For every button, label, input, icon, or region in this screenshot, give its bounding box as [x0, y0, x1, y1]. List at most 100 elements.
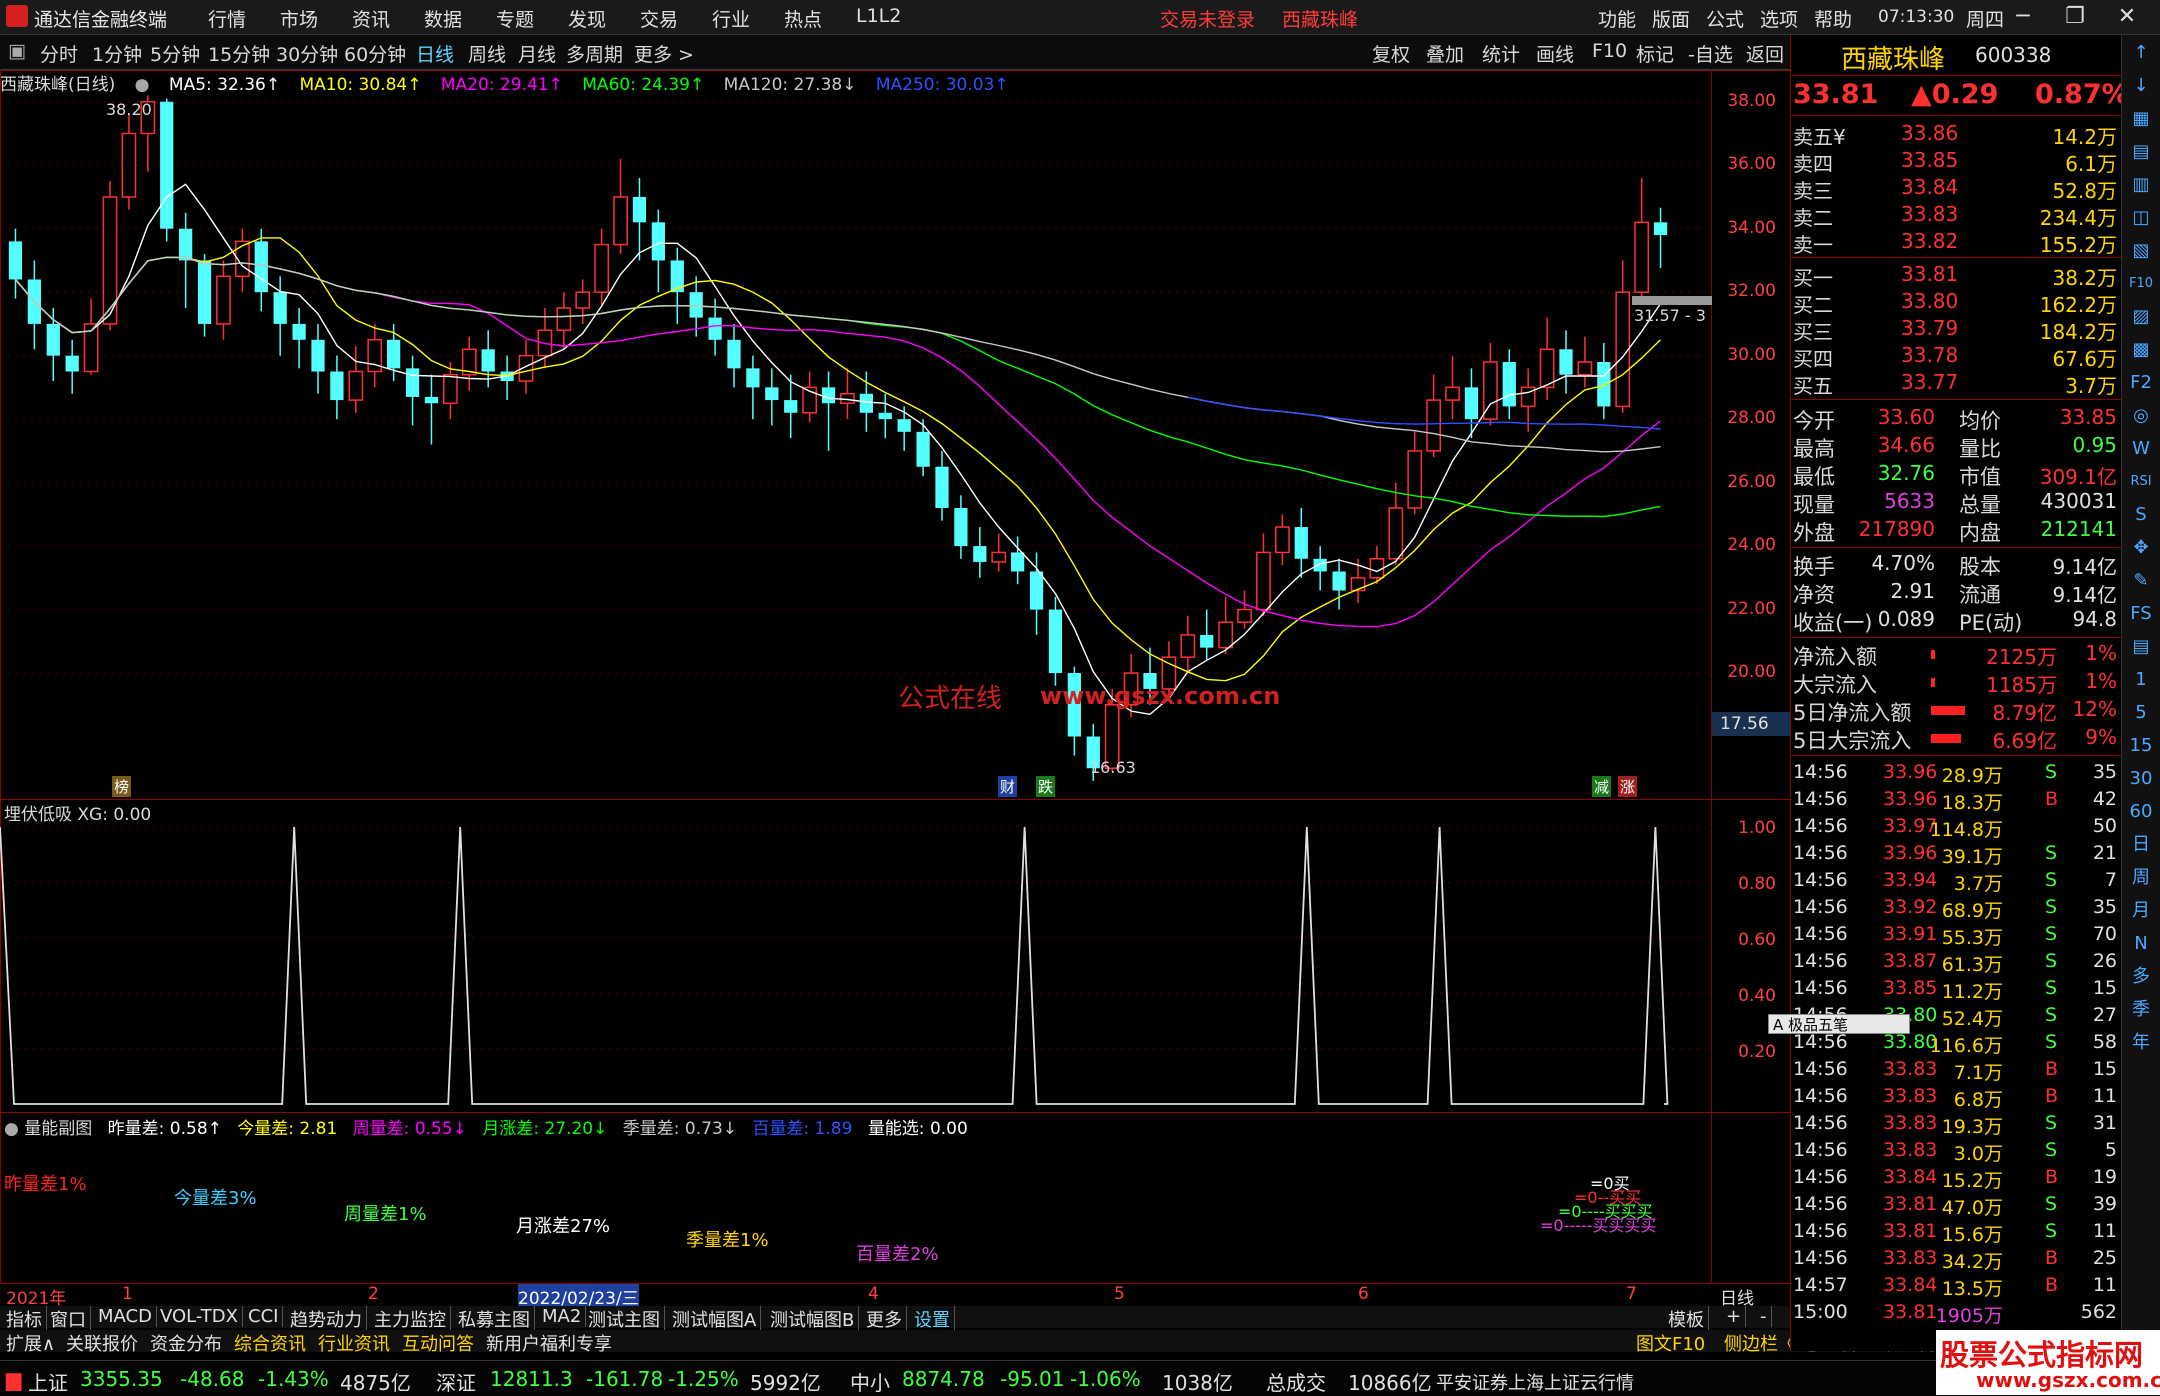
candle-body[interactable]	[859, 393, 873, 413]
candle-body[interactable]	[1577, 361, 1593, 376]
candle-body[interactable]	[216, 275, 231, 325]
restore-icon[interactable]: ❐	[2058, 3, 2092, 31]
tab-vol[interactable]: VOL-TDX	[156, 1306, 243, 1327]
tab-hudong[interactable]: 互动问答	[398, 1330, 478, 1356]
candle-body[interactable]	[575, 291, 591, 309]
close-icon[interactable]: ✕	[2110, 3, 2144, 31]
menu-l1l2[interactable]: L1L2	[856, 5, 901, 27]
candle-body[interactable]	[160, 101, 174, 229]
side-icon-7[interactable]: F10	[2126, 270, 2156, 298]
candle-body[interactable]	[1256, 551, 1271, 611]
index-sh-name[interactable]: 上证	[28, 1367, 68, 1396]
candlestick-chart[interactable]	[0, 70, 1712, 800]
candle-body[interactable]	[613, 196, 628, 246]
side-icon-15[interactable]: ✥	[2126, 534, 2156, 562]
side-icon-21[interactable]: 15	[2126, 732, 2156, 760]
candle-body[interactable]	[254, 241, 268, 293]
candle-body[interactable]	[1388, 507, 1404, 560]
tab-ceshi-zhu[interactable]: 测试主图	[584, 1306, 665, 1332]
candle-body[interactable]	[1539, 348, 1555, 389]
candle-body[interactable]	[1332, 571, 1346, 591]
tool-diejia[interactable]: 叠加	[1426, 40, 1464, 67]
index-zx-name[interactable]: 中小	[850, 1367, 890, 1396]
candle-body[interactable]	[1615, 291, 1631, 408]
candle-body[interactable]	[1200, 634, 1214, 648]
tab-xinyonghu[interactable]: 新用户福利专享	[482, 1330, 616, 1356]
side-icon-0[interactable]: ↑	[2126, 39, 2156, 67]
tool-huaxian[interactable]: 画线	[1536, 40, 1574, 67]
period-1min[interactable]: 1分钟	[92, 40, 142, 67]
candle-body[interactable]	[935, 466, 949, 508]
side-icon-1[interactable]: ↓	[2126, 72, 2156, 100]
menu-hangye[interactable]: 行业	[712, 5, 750, 32]
period-multi[interactable]: 多周期	[566, 40, 623, 67]
candle-body[interactable]	[1180, 634, 1196, 658]
tool-zixuan[interactable]: -自选	[1688, 40, 1733, 67]
period-60min[interactable]: 60分钟	[344, 40, 406, 67]
menu-bangzhu[interactable]: 帮助	[1814, 5, 1852, 32]
tab-zijin[interactable]: 资金分布	[146, 1330, 226, 1356]
candle-body[interactable]	[1464, 387, 1479, 420]
side-icon-12[interactable]: W	[2126, 435, 2156, 463]
tab-minus[interactable]: -	[1756, 1306, 1772, 1327]
side-icon-10[interactable]: F2	[2126, 369, 2156, 397]
tab-moban[interactable]: 模板	[1664, 1306, 1709, 1332]
tool-fanhui[interactable]: 返回	[1746, 40, 1784, 67]
candle-body[interactable]	[1048, 609, 1063, 674]
candle-body[interactable]	[387, 339, 401, 369]
side-icon-13[interactable]: RSI	[2126, 468, 2156, 496]
menu-shuju[interactable]: 数据	[424, 5, 462, 32]
tab-zonghe[interactable]: 综合资讯	[230, 1330, 310, 1356]
tool-tongji[interactable]: 统计	[1482, 40, 1520, 67]
side-icon-2[interactable]: ▦	[2126, 105, 2156, 133]
candle-body[interactable]	[65, 355, 79, 372]
tab-plus[interactable]: +	[1722, 1306, 1747, 1327]
candle-body[interactable]	[632, 196, 647, 223]
candle-body[interactable]	[821, 387, 836, 404]
menu-jiaoyi[interactable]: 交易	[640, 5, 678, 32]
side-icon-27[interactable]: N	[2126, 930, 2156, 958]
tab-zhibiao[interactable]: 指标	[2, 1306, 47, 1332]
menu-gongshi[interactable]: 公式	[1706, 5, 1744, 32]
candle-body[interactable]	[897, 419, 911, 432]
period-30min[interactable]: 30分钟	[276, 40, 338, 67]
tab-guanlian[interactable]: 关联报价	[62, 1330, 142, 1356]
candle-body[interactable]	[292, 323, 306, 340]
side-icon-20[interactable]: 5	[2126, 699, 2156, 727]
side-icon-30[interactable]: 年	[2126, 1029, 2156, 1057]
badge-die[interactable]: 跌	[1036, 776, 1056, 797]
candle-body[interactable]	[1559, 349, 1573, 375]
period-15min[interactable]: 15分钟	[208, 40, 270, 67]
candle-body[interactable]	[1313, 558, 1327, 572]
side-icon-19[interactable]: 1	[2126, 666, 2156, 694]
candle-body[interactable]	[727, 339, 741, 369]
period-monthly[interactable]: 月线	[518, 40, 556, 67]
tab-ma2[interactable]: MA2	[538, 1306, 587, 1327]
candle-body[interactable]	[746, 368, 760, 388]
candle-body[interactable]	[689, 292, 703, 318]
tool-fuquan[interactable]: 复权	[1372, 40, 1410, 67]
side-icon-11[interactable]: ◎	[2126, 402, 2156, 430]
menu-hangqing[interactable]: 行情	[208, 5, 246, 32]
period-5min[interactable]: 5分钟	[150, 40, 200, 67]
tab-shezhi[interactable]: 设置	[910, 1306, 955, 1332]
tab-hangye[interactable]: 行业资讯	[314, 1330, 394, 1356]
tab-chuangkou[interactable]: 窗口	[46, 1306, 91, 1332]
candle-body[interactable]	[442, 373, 458, 405]
side-icon-5[interactable]: ◫	[2126, 204, 2156, 232]
badge-jian[interactable]: 减	[1592, 776, 1612, 797]
candle-body[interactable]	[1445, 386, 1460, 401]
candle-body[interactable]	[121, 132, 137, 198]
side-icon-6[interactable]: ▧	[2126, 237, 2156, 265]
candle-body[interactable]	[1634, 221, 1650, 293]
tab-cebianlan[interactable]: 侧边栏《	[1720, 1330, 1800, 1356]
candle-body[interactable]	[1274, 526, 1290, 554]
candle-body[interactable]	[424, 396, 439, 404]
tab-macd[interactable]: MACD	[94, 1306, 157, 1327]
candle-body[interactable]	[330, 371, 344, 401]
candle-body[interactable]	[1426, 399, 1442, 452]
candle-body[interactable]	[273, 292, 287, 324]
candle-body[interactable]	[878, 412, 892, 420]
candle-body[interactable]	[973, 546, 987, 562]
candle-body[interactable]	[8, 241, 23, 280]
